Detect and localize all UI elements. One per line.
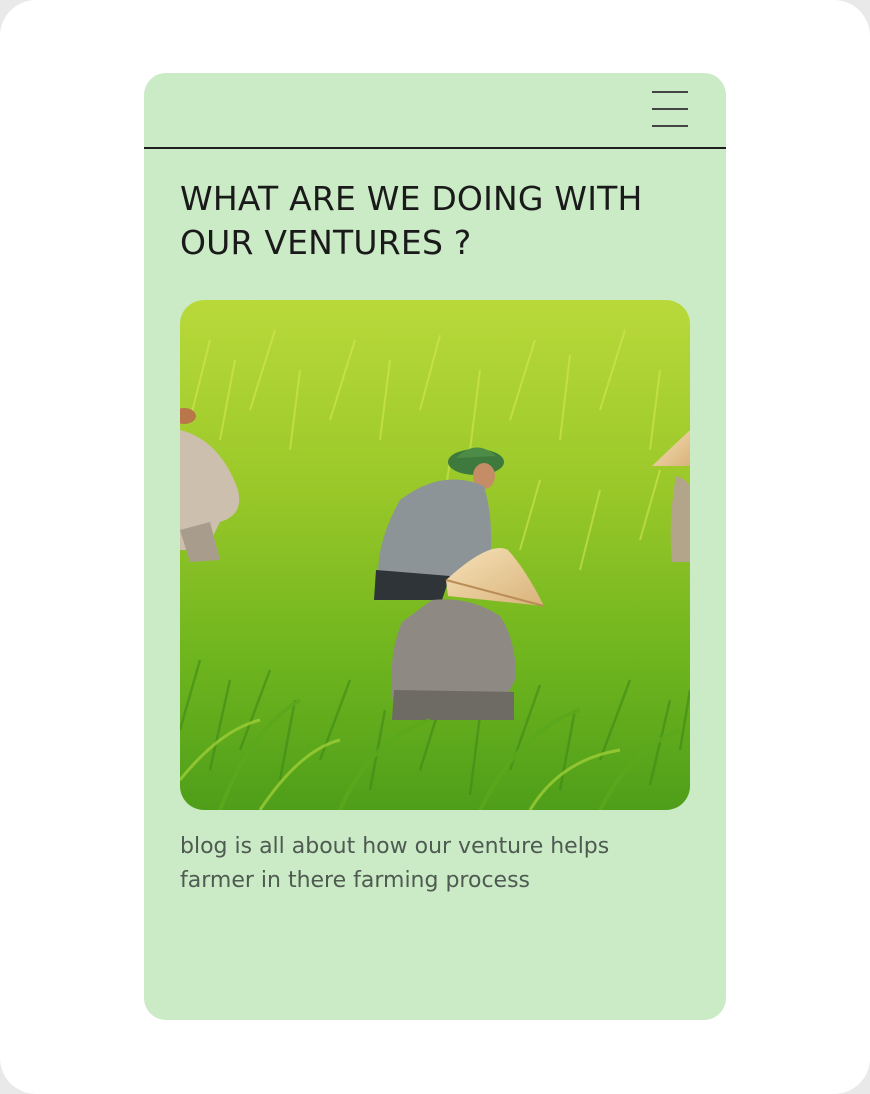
- menu-line: [652, 91, 688, 93]
- hamburger-menu-icon[interactable]: [650, 89, 690, 129]
- blog-caption: blog is all about how our venture helps …: [180, 834, 610, 893]
- menu-line: [652, 125, 688, 127]
- top-bar: [144, 73, 726, 148]
- header-divider: [144, 147, 726, 149]
- menu-line: [652, 108, 688, 110]
- rice-field-photo: [180, 300, 690, 810]
- content-card: WHAT ARE WE DOING WITH OUR VENTURES ? bl…: [144, 73, 726, 1020]
- page-title: WHAT ARE WE DOING WITH OUR VENTURES ?: [180, 179, 643, 262]
- page: WHAT ARE WE DOING WITH OUR VENTURES ? bl…: [0, 0, 870, 1094]
